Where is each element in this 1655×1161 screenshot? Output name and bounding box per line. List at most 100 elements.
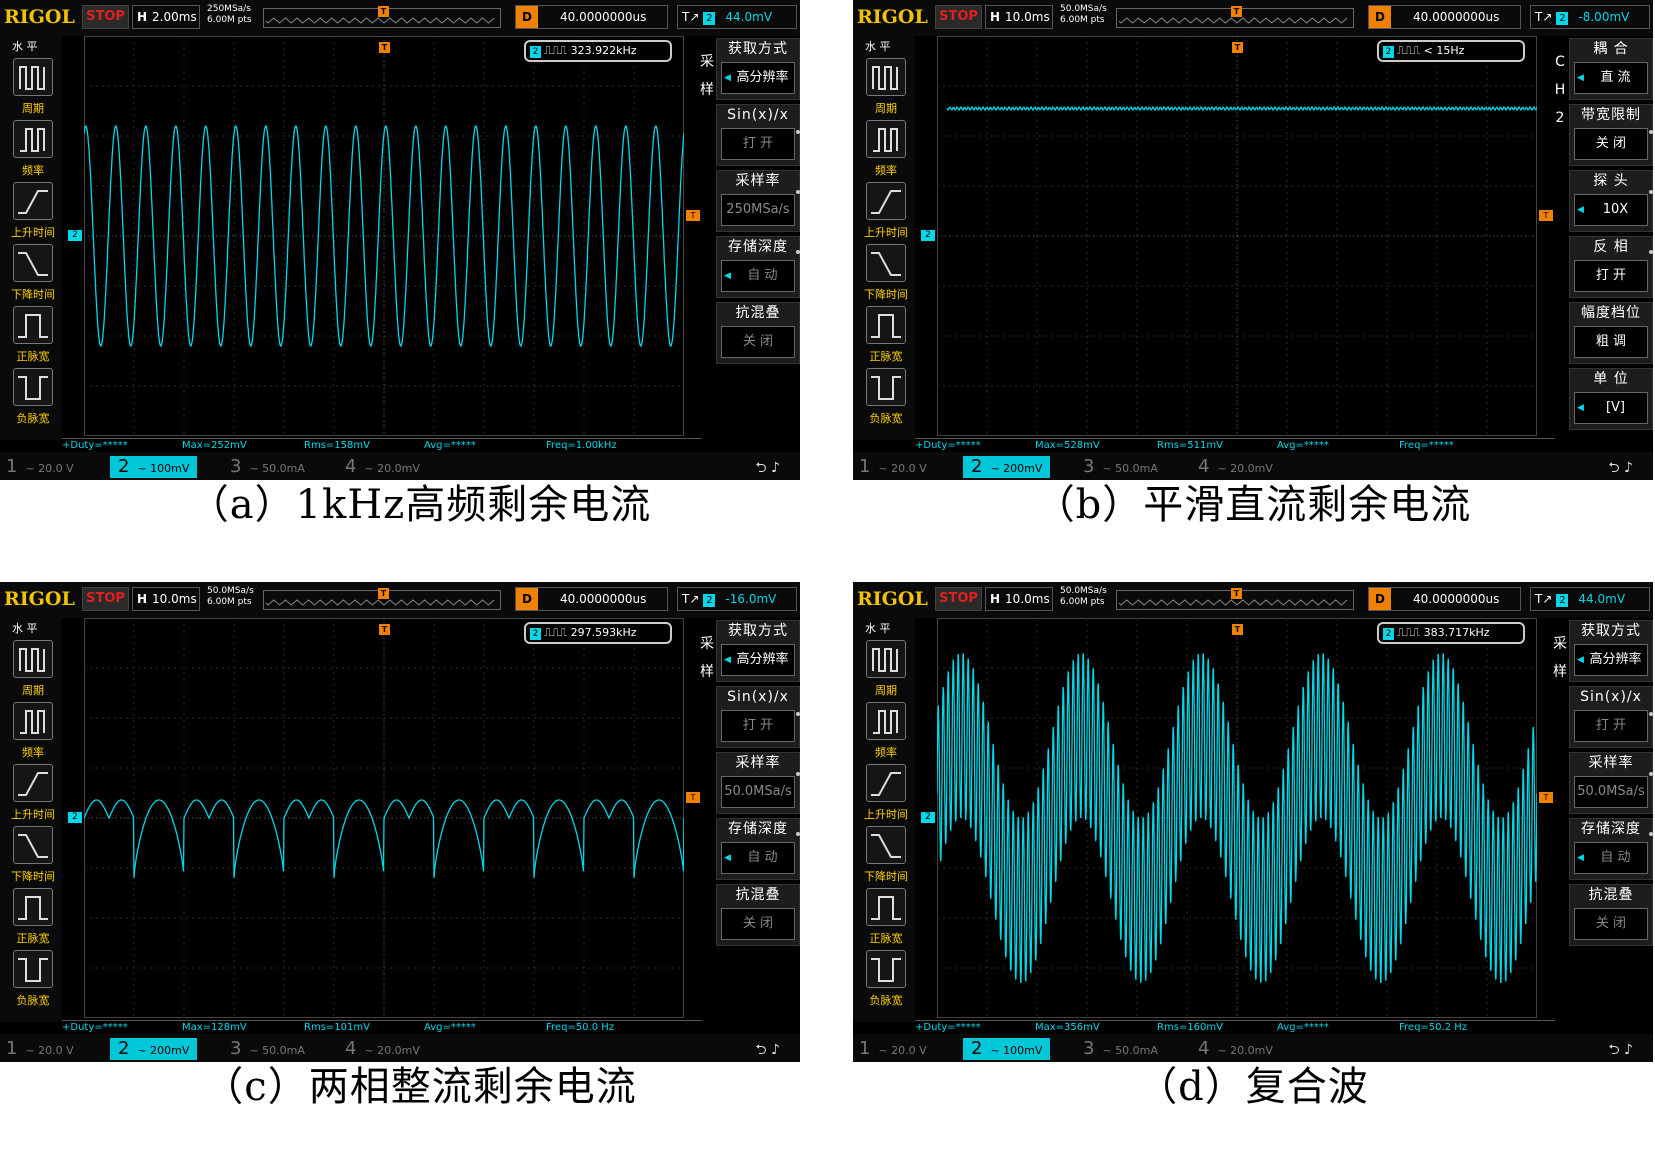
menu-3[interactable]: 反 相打 开 <box>1569 236 1653 298</box>
menu-3[interactable]: 存储深度 ◀ 自 动 <box>1569 818 1653 880</box>
run-stop-status[interactable]: STOP <box>82 5 129 29</box>
menu-value[interactable]: 50.0MSa/s <box>1574 776 1648 808</box>
menu-value[interactable]: 关 闭 <box>721 908 795 940</box>
measure-item-2[interactable]: 上升时间 <box>861 764 911 826</box>
menu-5[interactable]: 单 位 ◀ [V] <box>1569 368 1653 430</box>
menu-1[interactable]: Sin(x)/x 打 开 <box>716 686 800 748</box>
horizontal-label: H <box>137 10 148 24</box>
measure-item-5[interactable]: 负脉宽 <box>861 368 911 430</box>
menu-value[interactable]: ◀ 直 流 <box>1574 62 1648 94</box>
menu-2[interactable]: 探 头 ◀ 10X <box>1569 170 1653 232</box>
measure-item-3[interactable]: 下降时间 <box>861 826 911 888</box>
horizontal-timebase[interactable]: H 10.0ms <box>985 5 1053 29</box>
measure-item-label: 频率 <box>875 164 897 177</box>
measure-item-1[interactable]: 频率 <box>8 120 58 182</box>
menu-0[interactable]: 获取方式 ◀ 高分辨率 <box>716 620 800 682</box>
menu-4[interactable]: 抗混叠关 闭 <box>1569 884 1653 946</box>
menu-value[interactable]: ◀ [V] <box>1574 392 1648 424</box>
scroll-dot <box>796 190 800 194</box>
trigger-level-marker: T <box>686 210 700 221</box>
menu-value[interactable]: 关 闭 <box>721 326 795 358</box>
menu-value[interactable]: ◀ 高分辨率 <box>1574 644 1648 676</box>
menu-4[interactable]: 抗混叠关 闭 <box>716 302 800 364</box>
measure-item-1[interactable]: 频率 <box>861 120 911 182</box>
menu-value[interactable]: ◀ 高分辨率 <box>721 62 795 94</box>
measure-item-label: 上升时间 <box>11 808 55 821</box>
waveform-display: T 2 T 2 ⎍⎍⎍ 297.593kHz <box>68 618 700 1018</box>
menu-4[interactable]: 幅度档位粗 调 <box>1569 302 1653 364</box>
measure-item-4[interactable]: 正脉宽 <box>861 888 911 950</box>
menu-value[interactable]: ◀ 高分辨率 <box>721 644 795 676</box>
measure-item-0[interactable]: 周期 <box>8 58 58 120</box>
measure-item-4[interactable]: 正脉宽 <box>8 888 58 950</box>
menu-value[interactable]: 打 开 <box>1574 710 1648 742</box>
measure-item-2[interactable]: 上升时间 <box>8 764 58 826</box>
measure-item-5[interactable]: 负脉宽 <box>8 368 58 430</box>
measure-item-3[interactable]: 下降时间 <box>8 244 58 306</box>
menu-value[interactable]: ◀ 自 动 <box>721 260 795 292</box>
delay-box[interactable]: D 40.0000000us <box>1368 5 1521 29</box>
side-char: 采 <box>700 54 714 70</box>
menu-value[interactable]: 打 开 <box>721 710 795 742</box>
delay-box[interactable]: D 40.0000000us <box>515 5 668 29</box>
delay-box[interactable]: D 40.0000000us <box>515 587 668 611</box>
pulse-icon: ⎍⎍⎍ <box>544 44 571 57</box>
measure-item-0[interactable]: 周期 <box>861 58 911 120</box>
run-stop-status[interactable]: STOP <box>935 587 982 611</box>
measure-item-0[interactable]: 周期 <box>8 640 58 702</box>
rise-time-icon <box>866 764 906 802</box>
menu-3[interactable]: 存储深度 ◀ 自 动 <box>716 236 800 298</box>
measure-item-label: 上升时间 <box>864 226 908 239</box>
menu-value[interactable]: ◀ 自 动 <box>721 842 795 874</box>
measure-item-0[interactable]: 周期 <box>861 640 911 702</box>
measure-item-3[interactable]: 下降时间 <box>861 244 911 306</box>
menu-value[interactable]: 50.0MSa/s <box>721 776 795 808</box>
measure-item-label: 周期 <box>22 684 44 697</box>
trigger-box[interactable]: T↗ 2 44.0mV <box>677 5 797 29</box>
run-stop-status[interactable]: STOP <box>82 587 129 611</box>
measure-item-2[interactable]: 上升时间 <box>8 182 58 244</box>
trigger-box[interactable]: T↗ 2 -8.00mV <box>1530 5 1650 29</box>
horizontal-timebase[interactable]: H 10.0ms <box>985 587 1053 611</box>
menu-value[interactable]: 250MSa/s <box>721 194 795 226</box>
menu-value[interactable]: 关 闭 <box>1574 908 1648 940</box>
menu-value[interactable]: ◀ 自 动 <box>1574 842 1648 874</box>
run-stop-status[interactable]: STOP <box>935 5 982 29</box>
menu-value[interactable]: 粗 调 <box>1574 326 1648 358</box>
menu-value[interactable]: 打 开 <box>721 128 795 160</box>
menu-2[interactable]: 采样率 250MSa/s <box>716 170 800 232</box>
horizontal-timebase[interactable]: H 2.00ms <box>132 5 200 29</box>
measure-item-5[interactable]: 负脉宽 <box>861 950 911 1012</box>
menu-0[interactable]: 获取方式 ◀ 高分辨率 <box>1569 620 1653 682</box>
menu-heading: 幅度档位 <box>1581 305 1641 321</box>
menu-2[interactable]: 采样率 50.0MSa/s <box>716 752 800 814</box>
channel-number: 1 <box>6 456 18 477</box>
timebase-value: 10.0ms <box>152 592 197 606</box>
measure-item-4[interactable]: 正脉宽 <box>8 306 58 368</box>
trigger-box[interactable]: T↗ 2 -16.0mV <box>677 587 797 611</box>
measure-item-2[interactable]: 上升时间 <box>861 182 911 244</box>
menu-1[interactable]: 带宽限制关 闭 <box>1569 104 1653 166</box>
measure-item-1[interactable]: 频率 <box>861 702 911 764</box>
menu-4[interactable]: 抗混叠关 闭 <box>716 884 800 946</box>
measure-item-5[interactable]: 负脉宽 <box>8 950 58 1012</box>
positive-width-icon <box>866 306 906 344</box>
ch2-ground-marker: 2 <box>921 812 935 823</box>
menu-1[interactable]: Sin(x)/x 打 开 <box>1569 686 1653 748</box>
measure-item-1[interactable]: 频率 <box>8 702 58 764</box>
menu-2[interactable]: 采样率 50.0MSa/s <box>1569 752 1653 814</box>
menu-value[interactable]: ◀ 10X <box>1574 194 1648 226</box>
measure-item-4[interactable]: 正脉宽 <box>861 306 911 368</box>
trigger-box[interactable]: T↗ 2 44.0mV <box>1530 587 1650 611</box>
measure-menu-title: 水 平 <box>865 40 891 53</box>
menu-3[interactable]: 存储深度 ◀ 自 动 <box>716 818 800 880</box>
menu-value[interactable]: 打 开 <box>1574 260 1648 292</box>
horizontal-timebase[interactable]: H 10.0ms <box>132 587 200 611</box>
measure-item-3[interactable]: 下降时间 <box>8 826 58 888</box>
menu-0[interactable]: 获取方式 ◀ 高分辨率 <box>716 38 800 100</box>
menu-1[interactable]: Sin(x)/x 打 开 <box>716 104 800 166</box>
menu-0[interactable]: 耦 合 ◀ 直 流 <box>1569 38 1653 100</box>
measure-menu-title: 水 平 <box>12 622 38 635</box>
delay-box[interactable]: D 40.0000000us <box>1368 587 1521 611</box>
menu-value[interactable]: 关 闭 <box>1574 128 1648 160</box>
